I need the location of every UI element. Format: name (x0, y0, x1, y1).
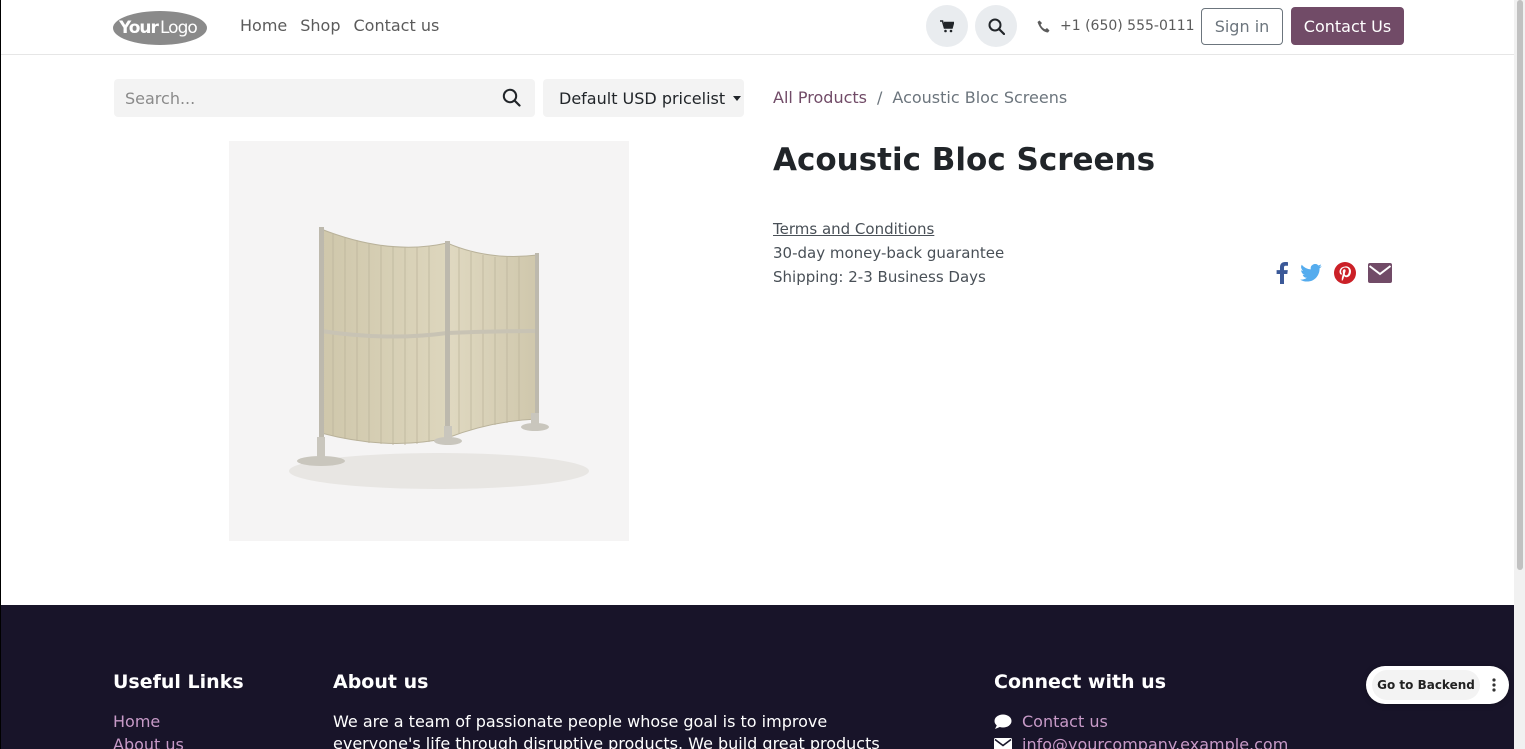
cart-button[interactable] (926, 5, 968, 47)
page: Your Logo Home Shop Contact us +1 (650) … (0, 0, 1514, 749)
search-input[interactable] (114, 79, 474, 117)
pricelist-label: Default USD pricelist (559, 88, 726, 108)
kebab-menu-icon (1492, 678, 1496, 692)
cart-icon (940, 19, 954, 32)
pricelist-dropdown[interactable]: Default USD pricelist (543, 79, 744, 117)
email-icon[interactable] (1368, 263, 1392, 287)
facebook-icon[interactable] (1276, 262, 1288, 288)
search-icon (988, 18, 1005, 35)
svg-text:Your: Your (118, 18, 160, 38)
go-to-backend-button[interactable]: Go to Backend (1372, 670, 1480, 700)
footer-about-title: About us (333, 671, 429, 693)
nav-shop[interactable]: Shop (300, 16, 340, 35)
comment-icon (994, 714, 1012, 729)
phone-label: +1 (650) 555-0111 (1060, 18, 1195, 34)
more-options-button[interactable] (1480, 678, 1508, 692)
twitter-icon[interactable] (1300, 263, 1322, 286)
footer-email-item[interactable]: info@yourcompany.example.com (994, 735, 1288, 749)
go-to-backend-widget: Go to Backend (1366, 666, 1509, 704)
product-image[interactable] (229, 141, 629, 541)
site-footer: Useful Links Home About us About us We a… (1, 605, 1514, 749)
product-search (114, 79, 535, 117)
breadcrumb-separator: / (877, 88, 883, 107)
product-title: Acoustic Bloc Screens (773, 142, 1156, 178)
footer-about-text: We are a team of passionate people whose… (333, 711, 893, 749)
svg-text:Logo: Logo (160, 18, 197, 38)
footer-contact-link[interactable]: Contact us (1022, 712, 1108, 731)
sign-in-button[interactable]: Sign in (1201, 8, 1283, 45)
breadcrumb: All Products / Acoustic Bloc Screens (773, 88, 1067, 107)
footer-useful-links-title: Useful Links (113, 671, 244, 693)
breadcrumb-all-products[interactable]: All Products (773, 88, 867, 107)
guarantee-text: 30-day money-back guarantee (773, 244, 1005, 262)
header-search-button[interactable] (975, 5, 1017, 47)
product-info: Terms and Conditions 30-day money-back g… (773, 217, 1004, 289)
footer-contact-item[interactable]: Contact us (994, 712, 1108, 731)
footer-connect-title: Connect with us (994, 671, 1167, 693)
phone-number[interactable]: +1 (650) 555-0111 (1037, 18, 1195, 34)
nav-home[interactable]: Home (240, 16, 287, 35)
breadcrumb-current: Acoustic Bloc Screens (892, 88, 1068, 107)
search-icon (502, 88, 521, 107)
contact-us-button[interactable]: Contact Us (1291, 7, 1404, 45)
pinterest-icon[interactable] (1334, 262, 1356, 288)
search-submit-button[interactable] (502, 88, 521, 111)
footer-link-about[interactable]: About us (113, 735, 184, 749)
site-logo[interactable]: Your Logo (113, 9, 208, 46)
footer-link-home[interactable]: Home (113, 712, 160, 731)
envelope-icon (994, 738, 1012, 749)
terms-link[interactable]: Terms and Conditions (773, 220, 934, 238)
share-buttons (1276, 262, 1392, 288)
phone-icon (1037, 20, 1050, 32)
about-line: everyone's life through disruptive produ… (333, 734, 880, 749)
about-line: We are a team of passionate people whose… (333, 712, 828, 731)
main-nav: Home Shop Contact us (240, 16, 452, 35)
page-scrollbar[interactable] (1514, 0, 1525, 749)
nav-contact-us[interactable]: Contact us (354, 16, 440, 35)
site-header: Your Logo Home Shop Contact us +1 (650) … (1, 0, 1514, 55)
scrollbar-thumb[interactable] (1517, 0, 1523, 570)
footer-email-link[interactable]: info@yourcompany.example.com (1022, 735, 1288, 749)
shipping-text: Shipping: 2-3 Business Days (773, 268, 986, 286)
caret-down-icon (733, 95, 742, 101)
